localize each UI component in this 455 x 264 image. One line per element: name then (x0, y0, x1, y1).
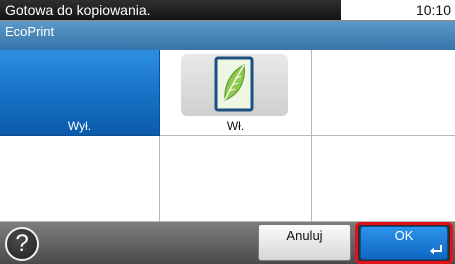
status-time: 10:10 (415, 2, 451, 18)
ok-button[interactable]: OK (360, 226, 448, 260)
empty-cell (160, 136, 312, 222)
cancel-button[interactable]: Anuluj (258, 224, 351, 261)
option-off-label: Wył. (67, 119, 92, 133)
empty-cell (312, 50, 455, 136)
screen-title: EcoPrint (0, 21, 455, 50)
option-on-label: Wł. (226, 119, 245, 133)
help-icon: ? (15, 230, 29, 257)
footer-bar: ? Anuluj OK (0, 222, 455, 264)
option-on-button[interactable]: Wł. (160, 50, 312, 136)
empty-cell (0, 136, 160, 222)
ecoprint-leaf-icon (214, 56, 254, 112)
status-bar: Gotowa do kopiowania. 10:10 (0, 0, 455, 21)
empty-cell (312, 136, 455, 222)
status-message: Gotowa do kopiowania. (0, 0, 341, 20)
option-grid: Wył. Wł. (0, 50, 455, 222)
ok-label: OK (394, 228, 414, 243)
option-off-button[interactable]: Wył. (0, 50, 160, 136)
help-button[interactable]: ? (5, 227, 39, 261)
ecoprint-icon-box (181, 54, 288, 116)
enter-icon (430, 245, 442, 255)
ok-highlight-frame: OK (355, 222, 453, 264)
